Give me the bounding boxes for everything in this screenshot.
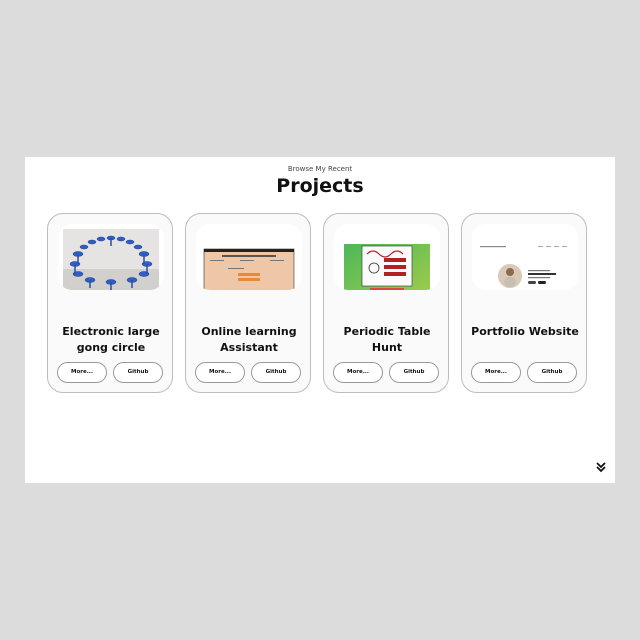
github-button[interactable]: Github	[527, 362, 577, 383]
project-card-online-learning: Online learning Assistant More... Github	[185, 213, 311, 393]
project-title: Periodic Table Hunt	[343, 325, 431, 354]
more-button[interactable]: More...	[57, 362, 107, 383]
github-button[interactable]: Github	[251, 362, 301, 383]
project-thumbnail-online-learning	[196, 224, 302, 290]
project-thumbnail-gong	[58, 224, 164, 290]
more-button[interactable]: More...	[471, 362, 521, 383]
projects-section: Browse My Recent Projects Electronic lar…	[25, 157, 615, 483]
section-title: Projects	[276, 175, 364, 197]
github-button[interactable]: Github	[113, 362, 163, 383]
project-card-periodic-table: Periodic Table Hunt More... Github	[323, 213, 449, 393]
project-thumbnail-portfolio	[472, 224, 578, 290]
project-cards: Electronic large gong circle More... Git…	[47, 213, 587, 393]
more-button[interactable]: More...	[333, 362, 383, 383]
project-card-gong: Electronic large gong circle More... Git…	[47, 213, 173, 393]
project-title: Online learning Assistant	[201, 325, 297, 354]
section-subtitle: Browse My Recent	[287, 165, 353, 173]
double-chevron-down-icon[interactable]	[595, 461, 607, 473]
github-button[interactable]: Github	[389, 362, 439, 383]
more-button[interactable]: More...	[195, 362, 245, 383]
project-card-portfolio: Portfolio Website More... Github	[461, 213, 587, 393]
project-title: Portfolio Website	[471, 325, 579, 338]
project-title: Electronic large gong circle	[62, 325, 160, 354]
project-thumbnail-periodic-table	[334, 224, 440, 290]
